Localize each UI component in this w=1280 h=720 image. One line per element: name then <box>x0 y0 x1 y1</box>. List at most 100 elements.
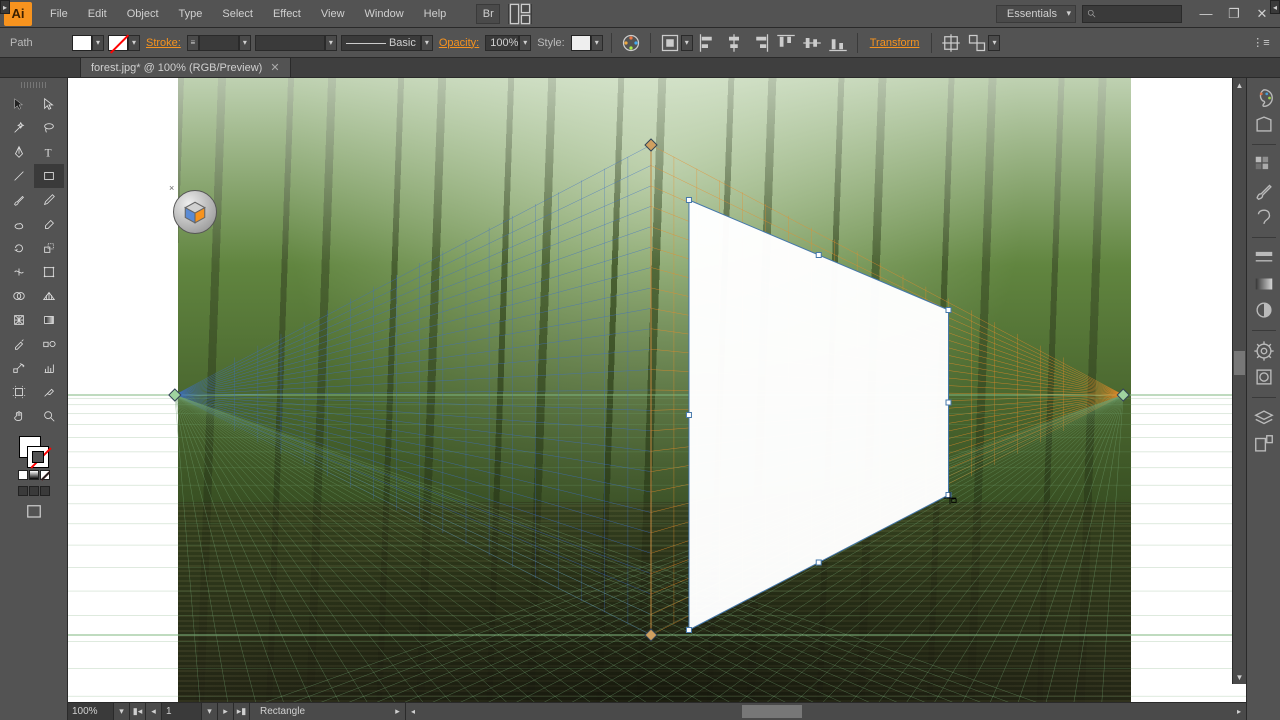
brushes-panel-icon[interactable] <box>1253 181 1275 201</box>
menu-view[interactable]: View <box>311 4 355 24</box>
align-left-icon[interactable] <box>697 33 719 53</box>
align-bottom-icon[interactable] <box>827 33 849 53</box>
brush-definition[interactable]: Basic▾ <box>341 35 433 51</box>
rectangle-tool[interactable] <box>34 164 64 188</box>
opacity-field[interactable]: 100%▾ <box>485 35 531 51</box>
fill-swatch[interactable]: ▾ <box>72 35 104 51</box>
canvas[interactable]: × ▲ ▼ <box>68 78 1246 702</box>
perspective-grid-tool[interactable] <box>34 284 64 308</box>
lasso-tool[interactable] <box>34 116 64 140</box>
active-plane-widget[interactable] <box>173 190 217 234</box>
panel-grip-icon[interactable] <box>21 82 47 88</box>
opacity-link[interactable]: Opacity: <box>437 37 481 49</box>
transform-link[interactable]: Transform <box>866 37 924 49</box>
last-artboard-button[interactable]: ▸▮ <box>234 703 250 720</box>
eraser-tool[interactable] <box>34 212 64 236</box>
color-guide-panel-icon[interactable] <box>1253 114 1275 134</box>
align-to-dropdown[interactable]: ▾ <box>659 33 693 53</box>
color-panel-icon[interactable] <box>1253 88 1275 108</box>
color-mode-row[interactable] <box>18 470 50 480</box>
bridge-icon[interactable]: Br <box>476 4 500 24</box>
search-input[interactable] <box>1082 5 1182 23</box>
layers-panel-icon[interactable] <box>1253 408 1275 428</box>
pen-tool[interactable] <box>4 140 34 164</box>
blend-tool[interactable] <box>34 332 64 356</box>
align-hcenter-icon[interactable] <box>723 33 745 53</box>
draw-mode-row[interactable] <box>18 486 50 496</box>
first-artboard-button[interactable]: ▮◂ <box>130 703 146 720</box>
blob-brush-tool[interactable] <box>4 212 34 236</box>
arrange-documents-icon[interactable] <box>508 4 532 24</box>
paintbrush-tool[interactable] <box>4 188 34 212</box>
screen-mode-button[interactable] <box>23 502 45 522</box>
zoom-tool[interactable] <box>34 404 64 428</box>
scroll-left-icon[interactable]: ◂ <box>406 703 420 720</box>
collapse-left-dock-icon[interactable]: ▸ <box>0 0 10 14</box>
line-segment-tool[interactable] <box>4 164 34 188</box>
stroke-weight-field[interactable]: ≡▾ <box>187 35 251 51</box>
scroll-thumb[interactable] <box>1234 351 1245 375</box>
plane-widget-close[interactable]: × <box>169 183 174 193</box>
horizontal-scrollbar[interactable]: ◂ ▸ <box>406 703 1246 720</box>
gradient-panel-icon[interactable] <box>1253 274 1275 294</box>
stroke-weight-link[interactable]: Stroke: <box>144 37 183 49</box>
variable-width-profile[interactable]: ▾ <box>255 35 337 51</box>
menu-help[interactable]: Help <box>414 4 457 24</box>
align-vcenter-icon[interactable] <box>801 33 823 53</box>
artboard-dropdown-icon[interactable]: ▾ <box>202 703 218 720</box>
zoom-field[interactable]: 100% <box>68 703 114 720</box>
artboard-number-field[interactable]: 1 <box>162 703 202 720</box>
shape-builder-tool[interactable] <box>4 284 34 308</box>
window-minimize-button[interactable]: — <box>1192 4 1220 24</box>
transparency-panel-icon[interactable] <box>1253 300 1275 320</box>
eyedropper-tool[interactable] <box>4 332 34 356</box>
magic-wand-tool[interactable] <box>4 116 34 140</box>
status-menu-icon[interactable]: ▸ <box>390 703 406 720</box>
menu-window[interactable]: Window <box>355 4 414 24</box>
width-tool[interactable] <box>4 260 34 284</box>
isolate-object-icon[interactable] <box>940 33 962 53</box>
window-maximize-button[interactable]: ❐ <box>1220 4 1248 24</box>
hand-tool[interactable] <box>4 404 34 428</box>
type-tool[interactable]: T <box>34 140 64 164</box>
recolor-artwork-icon[interactable] <box>620 33 642 53</box>
gradient-tool[interactable] <box>34 308 64 332</box>
free-transform-tool[interactable] <box>34 260 64 284</box>
collapse-right-dock-icon[interactable]: ◂ <box>1270 0 1280 14</box>
mesh-tool[interactable] <box>4 308 34 332</box>
artboards-panel-icon[interactable] <box>1253 434 1275 454</box>
document-tab[interactable]: forest.jpg* @ 100% (RGB/Preview) ✕ <box>80 57 291 77</box>
hscroll-thumb[interactable] <box>742 705 802 718</box>
menu-object[interactable]: Object <box>117 4 169 24</box>
scroll-up-icon[interactable]: ▲ <box>1233 78 1246 92</box>
stroke-panel-icon[interactable] <box>1253 248 1275 268</box>
menu-type[interactable]: Type <box>169 4 213 24</box>
appearance-panel-icon[interactable] <box>1253 341 1275 361</box>
scale-tool[interactable] <box>34 236 64 260</box>
next-artboard-button[interactable]: ▸ <box>218 703 234 720</box>
pencil-tool[interactable] <box>34 188 64 212</box>
graphic-styles-panel-icon[interactable] <box>1253 367 1275 387</box>
column-graph-tool[interactable] <box>34 356 64 380</box>
style-swatch[interactable]: ▾ <box>571 35 603 51</box>
fill-stroke-indicator[interactable] <box>19 436 49 468</box>
prev-artboard-button[interactable]: ◂ <box>146 703 162 720</box>
symbols-panel-icon[interactable] <box>1253 207 1275 227</box>
close-tab-icon[interactable]: ✕ <box>270 61 279 74</box>
menu-edit[interactable]: Edit <box>78 4 117 24</box>
slice-tool[interactable] <box>34 380 64 404</box>
menu-effect[interactable]: Effect <box>263 4 311 24</box>
align-right-icon[interactable] <box>749 33 771 53</box>
rotate-tool[interactable] <box>4 236 34 260</box>
menu-file[interactable]: File <box>40 4 78 24</box>
zoom-dropdown-icon[interactable]: ▾ <box>114 703 130 720</box>
align-top-icon[interactable] <box>775 33 797 53</box>
direct-selection-tool[interactable] <box>34 92 64 116</box>
stroke-swatch[interactable]: ▾ <box>108 35 140 51</box>
select-similar-dropdown[interactable]: ▾ <box>966 33 1000 53</box>
symbol-sprayer-tool[interactable] <box>4 356 34 380</box>
controlbar-menu-icon[interactable]: ⋮≡ <box>1250 33 1272 53</box>
artboard-tool[interactable] <box>4 380 34 404</box>
workspace-switcher[interactable]: Essentials <box>996 5 1076 23</box>
selection-tool[interactable] <box>4 92 34 116</box>
